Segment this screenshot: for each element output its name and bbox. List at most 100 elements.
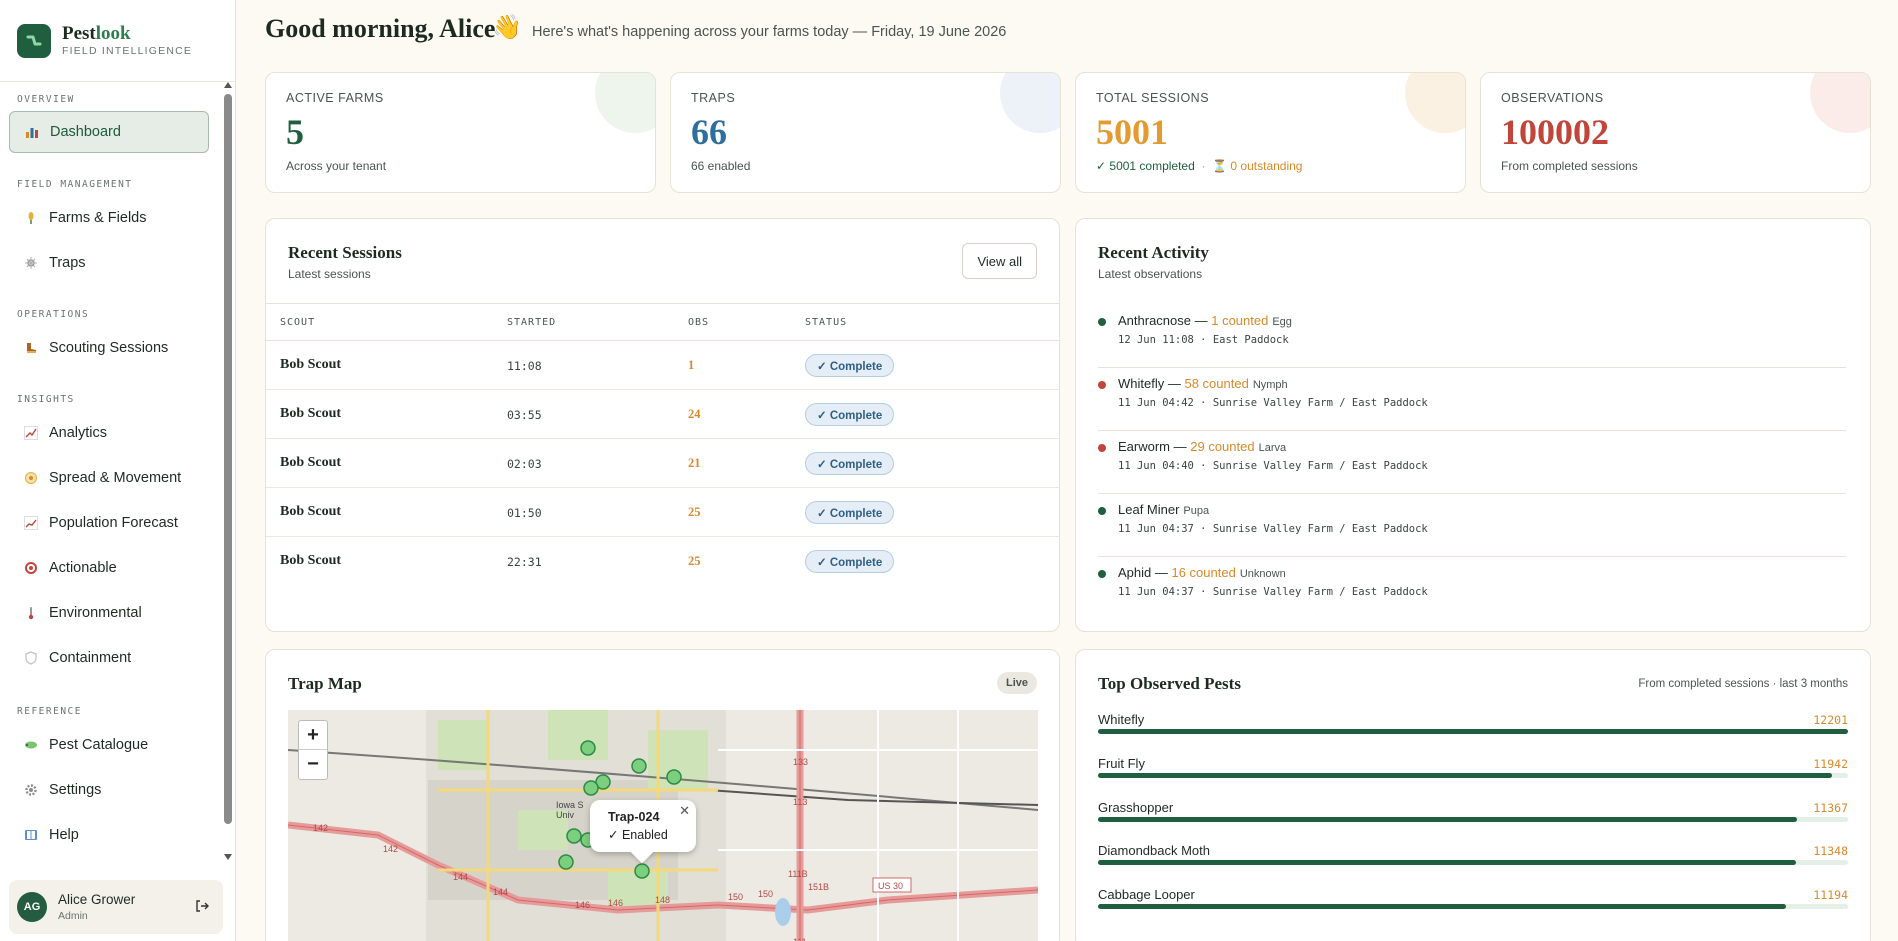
sidebar-item-label: Environmental [49,605,142,621]
pest-name: Whitefly [1098,712,1145,727]
sidebar-item-help[interactable]: Help [9,814,209,856]
brand-subtitle: FIELD INTELLIGENCE [62,45,193,57]
pest-name: Grasshopper [1098,800,1174,815]
sidebar-item-population-forecast[interactable]: Population Forecast [9,502,209,544]
trap-marker[interactable] [580,740,596,756]
map-label: 133 [793,757,808,767]
pest-count: 11194 [1813,888,1848,902]
pest-name: Fruit Fly [1098,756,1145,771]
sidebar-item-label: Help [49,827,79,843]
table-row[interactable]: Bob Scout 01:50 25 ✓ Complete [266,488,1059,537]
activity-item[interactable]: Leaf Miner Pupa 11 Jun 04:37 · Sunrise Va… [1098,494,1846,557]
pest-bar-fill [1098,904,1786,909]
trap-marker[interactable] [583,780,599,796]
view-all-button[interactable]: View all [962,243,1037,279]
zoom-in-button[interactable]: + [299,721,327,750]
logout-icon[interactable] [195,899,209,913]
decorative-circle [1405,73,1465,133]
table-header: SCOUT STARTED OBS STATUS [266,303,1059,341]
brand[interactable]: Pestlook FIELD INTELLIGENCE [0,0,235,82]
activity-meta: 11 Jun 04:37 · Sunrise Valley Farm / Eas… [1118,586,1428,598]
activity-item[interactable]: Whitefly — 58 counted Nymph 11 Jun 04:42 … [1098,368,1846,431]
trap-map[interactable]: 142 142 144 144 146 146 148 150 150 133 … [288,710,1038,941]
target-icon [23,560,39,576]
sidebar-item-traps[interactable]: Traps [9,242,209,284]
scout-name: Bob Scout [280,406,342,421]
sidebar-scrollbar[interactable] [223,80,233,862]
pest-row[interactable]: Grasshopper 11367 [1098,800,1848,840]
trap-marker-selected[interactable] [634,863,650,879]
section-title-insights: INSIGHTS [17,394,75,405]
zoom-out-button[interactable]: − [299,750,327,779]
pest-bar-fill [1098,860,1796,865]
trap-popup: Trap-024 ✓ Enabled ✕ [590,800,696,864]
table-row[interactable]: Bob Scout 03:55 24 ✓ Complete [266,390,1059,439]
pest-row[interactable]: Fruit Fly 11942 [1098,756,1848,796]
pest-row[interactable]: Whitefly 12201 [1098,712,1848,752]
boot-icon [23,340,39,356]
status-dot-icon [1098,444,1106,452]
wave-icon: 👋 [492,14,522,41]
status-badge: ✓ Complete [805,550,895,573]
thermometer-icon [23,605,39,621]
sidebar-item-pest-catalogue[interactable]: Pest Catalogue [9,724,209,766]
trap-marker[interactable] [666,769,682,785]
column-header-status: STATUS [805,317,848,328]
sidebar-item-containment[interactable]: Containment [9,637,209,679]
close-icon[interactable]: ✕ [679,803,690,819]
activity-meta: 11 Jun 04:40 · Sunrise Valley Farm / Eas… [1118,460,1428,472]
sidebar-nav: OVERVIEW Dashboard FIELD MANAGEMENT Farm… [0,82,222,864]
activity-summary: Aphid — 16 counted Unknown [1118,565,1286,580]
stat-card-observations: OBSERVATIONS 100002 From completed sessi… [1480,72,1871,193]
sidebar-item-spread-movement[interactable]: Spread & Movement [9,457,209,499]
map-label: 146 [575,900,590,910]
pest-row[interactable]: Diamondback Moth 11348 [1098,843,1848,883]
book-icon [23,827,39,843]
sidebar-item-actionable[interactable]: Actionable [9,547,209,589]
trap-marker[interactable] [631,758,647,774]
user-card[interactable]: AG Alice Grower Admin [9,880,223,934]
scroll-up-arrow-icon[interactable] [224,82,232,88]
status-badge: ✓ Complete [805,403,895,426]
scroll-down-arrow-icon[interactable] [224,854,232,860]
map-label: 150 [728,892,743,902]
activity-item[interactable]: Anthracnose — 1 counted Egg 12 Jun 11:08 … [1098,305,1846,368]
scrollbar-thumb[interactable] [224,94,232,824]
sidebar-item-label: Dashboard [50,124,121,140]
map-label: 111 [793,937,807,941]
sidebar-item-farms-fields[interactable]: Farms & Fields [9,197,209,239]
status-dot-icon [1098,507,1106,515]
table-row[interactable]: Bob Scout 22:31 25 ✓ Complete [266,537,1059,586]
sidebar-item-settings[interactable]: Settings [9,769,209,811]
table-row[interactable]: Bob Scout 02:03 21 ✓ Complete [266,439,1059,488]
page-subtitle: Here's what's happening across your farm… [532,24,1007,40]
sidebar-item-label: Settings [49,782,102,798]
card-title: Top Observed Pests [1098,674,1241,693]
table-row[interactable]: Bob Scout 11:08 1 ✓ Complete [266,341,1059,390]
sidebar-item-environmental[interactable]: Environmental [9,592,209,634]
sidebar-item-dashboard[interactable]: Dashboard [9,111,209,153]
activity-item[interactable]: Earworm — 29 counted Larva 11 Jun 04:40 ·… [1098,431,1846,494]
sidebar: Pestlook FIELD INTELLIGENCE OVERVIEW Das… [0,0,236,941]
recent-sessions-card: Recent Sessions Latest sessions View all… [265,218,1060,632]
outstanding-count: ⏳ 0 outstanding [1212,159,1303,173]
activity-item[interactable]: Aphid — 16 counted Unknown 11 Jun 04:37 ·… [1098,557,1846,620]
sidebar-item-scouting-sessions[interactable]: Scouting Sessions [9,327,209,369]
stat-card-active-farms: ACTIVE FARMS 5 Across your tenant [265,72,656,193]
stat-sub: From completed sessions [1501,159,1638,173]
activity-summary: Whitefly — 58 counted Nymph [1118,376,1288,391]
map-label: US 30 [878,881,903,891]
pest-count: 11348 [1813,844,1848,858]
sidebar-item-analytics[interactable]: Analytics [9,412,209,454]
pest-row[interactable]: Cabbage Looper 11194 [1098,887,1848,927]
started-time: 02:03 [507,457,542,471]
sidebar-item-label: Population Forecast [49,515,178,531]
status-badge: ✓ Complete [805,354,895,377]
pest-count: 12201 [1813,713,1848,727]
obs-count: 25 [688,554,701,568]
trap-marker[interactable] [566,828,582,844]
trap-marker[interactable] [558,854,574,870]
column-header-obs: OBS [688,317,710,328]
card-subtitle: Latest sessions [288,267,371,281]
sidebar-item-label: Farms & Fields [49,210,147,226]
